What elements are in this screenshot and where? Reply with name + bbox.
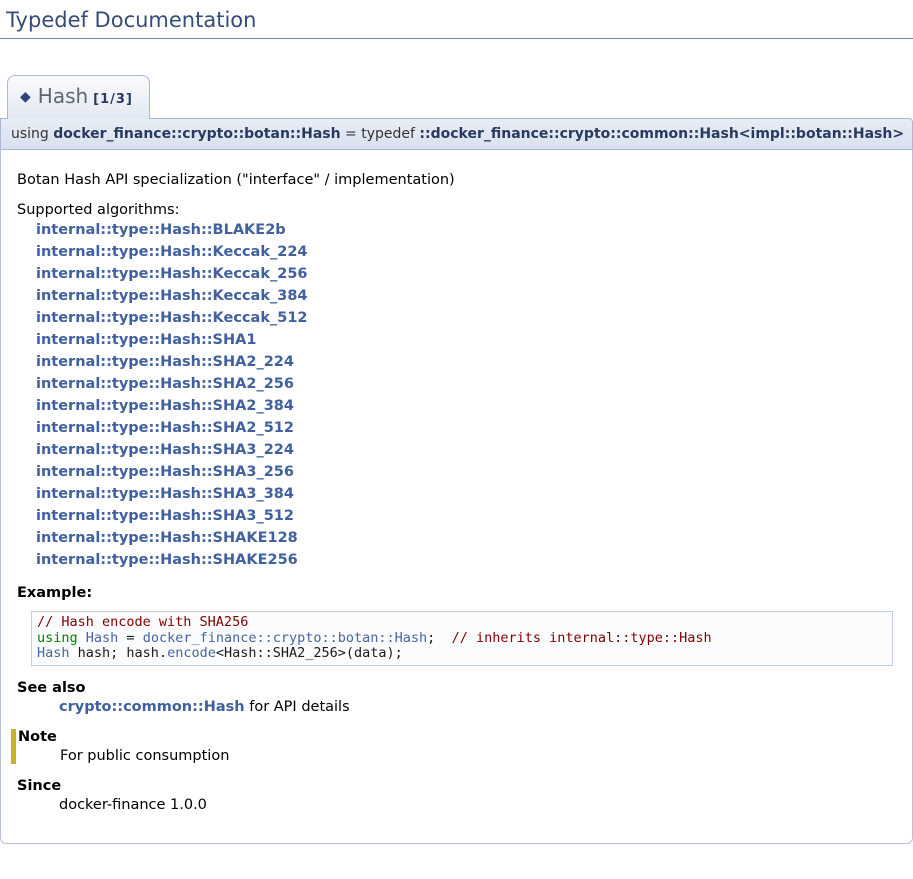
algorithm-link[interactable]: internal::type::Hash::Keccak_224: [36, 241, 896, 263]
member-documentation: Botan Hash API specialization ("interfac…: [0, 150, 913, 844]
code-text: hash; hash.: [70, 645, 168, 661]
algorithm-link[interactable]: internal::type::Hash::SHA3_384: [36, 483, 896, 505]
algorithm-link[interactable]: internal::type::Hash::BLAKE2b: [36, 219, 896, 241]
see-also-label: See also: [17, 680, 896, 696]
note-label: Note: [18, 729, 896, 745]
algorithm-link[interactable]: internal::type::Hash::SHA2_384: [36, 395, 896, 417]
since-label: Since: [17, 778, 896, 794]
see-also-section: See also crypto::common::Hash for API de…: [17, 680, 896, 715]
code-line: Hash hash; hash.encode<Hash::SHA2_256>(d…: [37, 646, 887, 662]
typedef-target-type: ::docker_finance::crypto::common::Hash<i…: [419, 126, 904, 142]
code-link-hash[interactable]: Hash: [86, 630, 119, 646]
algorithm-link[interactable]: internal::type::Hash::Keccak_256: [36, 263, 896, 285]
algorithm-link[interactable]: internal::type::Hash::SHA3_224: [36, 439, 896, 461]
example-label: Example:: [17, 585, 896, 601]
code-fragment: // Hash encode with SHA256using Hash = d…: [31, 611, 893, 666]
typedef-member: ◆Hash[1/3] using docker_finance::crypto:…: [0, 39, 913, 844]
member-name: Hash: [38, 84, 88, 108]
see-also-link[interactable]: crypto::common::Hash: [59, 699, 245, 715]
using-keyword: using: [11, 126, 53, 142]
section-title: Typedef Documentation: [0, 6, 913, 39]
algorithm-link[interactable]: internal::type::Hash::SHAKE128: [36, 527, 896, 549]
see-also-text: for API details: [245, 699, 350, 715]
code-link-botan-hash[interactable]: docker_finance::crypto::botan::Hash: [143, 630, 427, 646]
algorithm-link[interactable]: internal::type::Hash::SHA3_512: [36, 505, 896, 527]
member-tab: ◆ Hash [1/3]: [7, 75, 150, 119]
algorithm-link[interactable]: internal::type::Hash::SHA3_256: [36, 461, 896, 483]
since-section: Since docker-finance 1.0.0: [17, 778, 896, 813]
code-line: // Hash encode with SHA256: [37, 615, 887, 631]
algorithm-list: internal::type::Hash::BLAKE2b internal::…: [17, 219, 896, 571]
code-comment: // Hash encode with SHA256: [37, 614, 248, 630]
typedef-keyword: = typedef: [341, 126, 420, 142]
code-link-hash[interactable]: Hash: [37, 645, 70, 661]
algorithm-link[interactable]: internal::type::Hash::SHA2_256: [36, 373, 896, 395]
member-prototype: using docker_finance::crypto::botan::Has…: [0, 118, 913, 150]
algorithm-link[interactable]: internal::type::Hash::Keccak_512: [36, 307, 896, 329]
algorithm-link[interactable]: internal::type::Hash::SHA2_512: [36, 417, 896, 439]
code-comment: // inherits internal::type::Hash: [452, 630, 712, 646]
code-line: using Hash = docker_finance::crypto::bot…: [37, 631, 887, 647]
see-also-content: crypto::common::Hash for API details: [59, 699, 896, 715]
member-overload-index: [1/3]: [93, 92, 133, 107]
code-link-encode[interactable]: encode: [167, 645, 216, 661]
code-text: =: [118, 630, 142, 646]
algorithms-label: Supported algorithms:: [17, 202, 896, 218]
algorithm-link[interactable]: internal::type::Hash::SHAKE256: [36, 549, 896, 571]
permalink-diamond-icon[interactable]: ◆: [20, 89, 31, 105]
code-keyword: using: [37, 630, 86, 646]
since-text: docker-finance 1.0.0: [59, 797, 896, 813]
code-text: ;: [427, 630, 451, 646]
algorithm-link[interactable]: internal::type::Hash::Keccak_384: [36, 285, 896, 307]
note-section: Note For public consumption: [11, 729, 896, 764]
note-text: For public consumption: [60, 748, 896, 764]
typedef-name: docker_finance::crypto::botan::Hash: [53, 126, 340, 142]
code-text: <Hash::SHA2_256>(data);: [216, 645, 403, 661]
algorithm-link[interactable]: internal::type::Hash::SHA1: [36, 329, 896, 351]
member-description: Botan Hash API specialization ("interfac…: [17, 172, 896, 188]
algorithm-link[interactable]: internal::type::Hash::SHA2_224: [36, 351, 896, 373]
